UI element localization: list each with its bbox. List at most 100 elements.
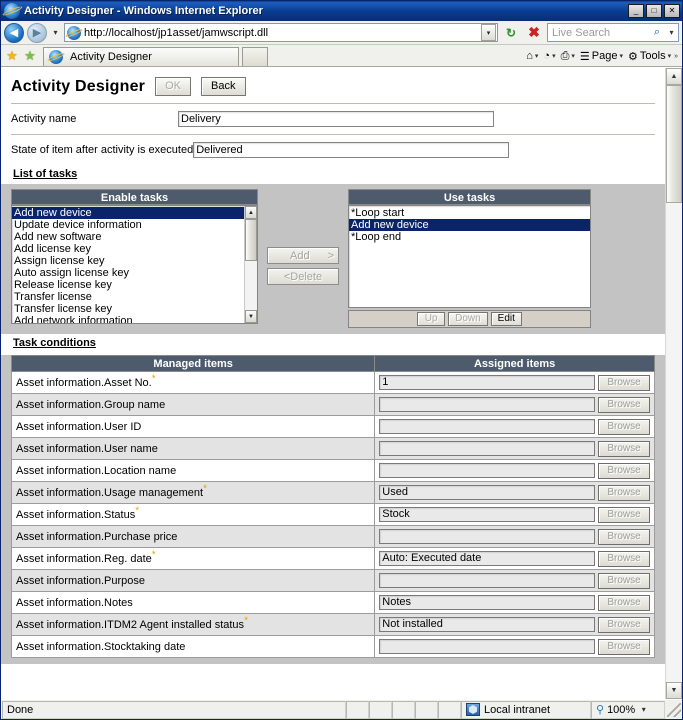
browse-button[interactable]: Browse bbox=[598, 418, 650, 435]
scroll-track[interactable] bbox=[245, 219, 257, 310]
tab-activity-designer[interactable]: Activity Designer bbox=[43, 47, 239, 66]
toolbar-overflow-icon[interactable]: » bbox=[674, 53, 678, 60]
list-item[interactable]: Add license key bbox=[12, 243, 244, 255]
list-item[interactable]: Release license key bbox=[12, 279, 244, 291]
address-dropdown-button[interactable]: ▾ bbox=[481, 24, 496, 41]
activity-name-label: Activity name bbox=[11, 113, 77, 125]
back-button[interactable]: ◀ bbox=[4, 22, 24, 43]
scroll-thumb[interactable] bbox=[245, 219, 257, 261]
recent-pages-dropdown[interactable]: ▾ bbox=[50, 28, 61, 37]
table-row: Asset information.Notes Notes Browse bbox=[10, 591, 655, 614]
ok-button[interactable]: OK bbox=[155, 77, 192, 96]
assigned-value-input[interactable]: Not installed bbox=[379, 617, 595, 632]
assigned-value-input[interactable]: 1 bbox=[379, 375, 595, 390]
back-button-app[interactable]: Back bbox=[201, 77, 246, 96]
activity-name-input[interactable]: Delivery bbox=[178, 111, 494, 127]
security-zone[interactable]: Local intranet bbox=[461, 700, 591, 719]
managed-item-cell: Asset information.Purchase price bbox=[10, 525, 376, 548]
browse-button[interactable]: Browse bbox=[598, 572, 650, 589]
assigned-value-input[interactable] bbox=[379, 639, 595, 654]
zoom-chevron-down-icon[interactable]: ▾ bbox=[638, 705, 649, 714]
assigned-value-input[interactable] bbox=[379, 529, 595, 544]
new-tab-button[interactable] bbox=[242, 47, 268, 66]
scroll-down-icon[interactable]: ▼ bbox=[666, 682, 682, 699]
minimize-button[interactable]: _ bbox=[628, 4, 644, 18]
enable-tasks-items: Add new device Update device information… bbox=[12, 206, 244, 323]
resize-grip-icon[interactable] bbox=[667, 702, 681, 717]
edit-task-button[interactable]: Edit bbox=[490, 312, 522, 326]
scroll-track[interactable] bbox=[666, 85, 682, 682]
address-input[interactable]: http://localhost/jp1asset/jamwscript.dll… bbox=[64, 23, 498, 42]
add-to-favorites-icon[interactable]: ★ bbox=[3, 46, 21, 66]
feeds-button[interactable]: ◔ ▾ bbox=[541, 50, 557, 62]
browse-button[interactable]: Browse bbox=[598, 550, 650, 567]
list-item[interactable]: Add new device bbox=[349, 219, 590, 231]
close-button[interactable]: ✕ bbox=[664, 4, 680, 18]
scroll-up-icon[interactable]: ▲ bbox=[666, 68, 682, 85]
forward-button[interactable]: ▶ bbox=[27, 22, 47, 43]
scroll-down-icon[interactable]: ▼ bbox=[245, 310, 257, 323]
assigned-value-input[interactable] bbox=[379, 441, 595, 456]
enable-tasks-listbox[interactable]: Add new device Update device information… bbox=[11, 205, 258, 324]
search-icon[interactable]: ⌕ bbox=[648, 24, 666, 41]
assigned-value-input[interactable]: Used bbox=[379, 485, 595, 500]
assigned-value-input[interactable] bbox=[379, 397, 595, 412]
move-down-button[interactable]: Down bbox=[448, 312, 488, 326]
browse-button[interactable]: Browse bbox=[598, 506, 650, 523]
browse-button[interactable]: Browse bbox=[598, 396, 650, 413]
list-item[interactable]: Add new software bbox=[12, 231, 244, 243]
home-chevron-down-icon: ▾ bbox=[534, 53, 539, 60]
stop-icon[interactable]: ✖ bbox=[524, 23, 544, 43]
scroll-up-icon[interactable]: ▲ bbox=[245, 206, 257, 219]
search-provider-dropdown[interactable]: ▾ bbox=[666, 28, 677, 37]
page-menu-button[interactable]: ☰ Page ▾ bbox=[578, 50, 625, 63]
search-input[interactable]: Live Search ⌕ ▾ bbox=[547, 23, 679, 42]
add-task-arrow-icon: > bbox=[327, 249, 334, 262]
list-item[interactable]: *Loop start bbox=[349, 207, 590, 219]
delete-task-button[interactable]: <Delete bbox=[267, 268, 339, 285]
zoom-control[interactable]: ⚲ 100% ▾ bbox=[591, 700, 665, 719]
column-header-assigned-items: Assigned items bbox=[374, 355, 655, 372]
table-body: Asset information.Asset No.* 1 Browse Ass… bbox=[10, 371, 655, 658]
print-button[interactable]: ⎙ ▾ bbox=[559, 50, 577, 63]
assigned-value-input[interactable]: Notes bbox=[379, 595, 595, 610]
assigned-value-input[interactable]: Stock bbox=[379, 507, 595, 522]
list-item[interactable]: Assign license key bbox=[12, 255, 244, 267]
add-task-button[interactable]: Add > bbox=[267, 247, 339, 264]
browse-button[interactable]: Browse bbox=[598, 462, 650, 479]
refresh-icon[interactable]: ↻ bbox=[501, 23, 521, 43]
assigned-value-input[interactable] bbox=[379, 419, 595, 434]
managed-item-label: Asset information.User name bbox=[16, 442, 158, 455]
assigned-value-input[interactable]: Auto: Executed date bbox=[379, 551, 595, 566]
browse-button[interactable]: Browse bbox=[598, 440, 650, 457]
scroll-thumb[interactable] bbox=[666, 85, 682, 203]
assigned-value-input[interactable] bbox=[379, 463, 595, 478]
shield-icon bbox=[466, 703, 480, 716]
search-placeholder: Live Search bbox=[552, 26, 611, 39]
browse-button[interactable]: Browse bbox=[598, 594, 650, 611]
list-item[interactable]: Update device information bbox=[12, 219, 244, 231]
list-item[interactable]: Add network information bbox=[12, 315, 244, 323]
home-button[interactable]: ⌂ ▾ bbox=[524, 50, 540, 62]
browse-button[interactable]: Browse bbox=[598, 616, 650, 633]
use-tasks-listbox[interactable]: *Loop start Add new device *Loop end bbox=[348, 205, 591, 308]
browse-button[interactable]: Browse bbox=[598, 638, 650, 655]
list-item[interactable]: *Loop end bbox=[349, 231, 590, 243]
tools-menu-button[interactable]: ⚙ Tools ▾ bbox=[626, 50, 673, 63]
managed-item-cell: Asset information.Group name bbox=[10, 393, 376, 416]
favorites-bar-icon[interactable]: ★ bbox=[21, 46, 39, 66]
enable-tasks-scrollbar[interactable]: ▲ ▼ bbox=[244, 206, 257, 323]
list-item[interactable]: Add new device bbox=[12, 207, 244, 219]
page-scrollbar[interactable]: ▲ ▼ bbox=[665, 68, 682, 699]
maximize-button[interactable]: □ bbox=[646, 4, 662, 18]
list-item[interactable]: Transfer license key bbox=[12, 303, 244, 315]
state-after-input[interactable]: Delivered bbox=[193, 142, 510, 158]
browse-button[interactable]: Browse bbox=[598, 374, 650, 391]
assigned-value-input[interactable] bbox=[379, 573, 595, 588]
managed-item-cell: Asset information.Asset No.* bbox=[10, 371, 376, 394]
browse-button[interactable]: Browse bbox=[598, 484, 650, 501]
list-item[interactable]: Auto assign license key bbox=[12, 267, 244, 279]
browse-button[interactable]: Browse bbox=[598, 528, 650, 545]
list-item[interactable]: Transfer license bbox=[12, 291, 244, 303]
move-up-button[interactable]: Up bbox=[417, 312, 446, 326]
